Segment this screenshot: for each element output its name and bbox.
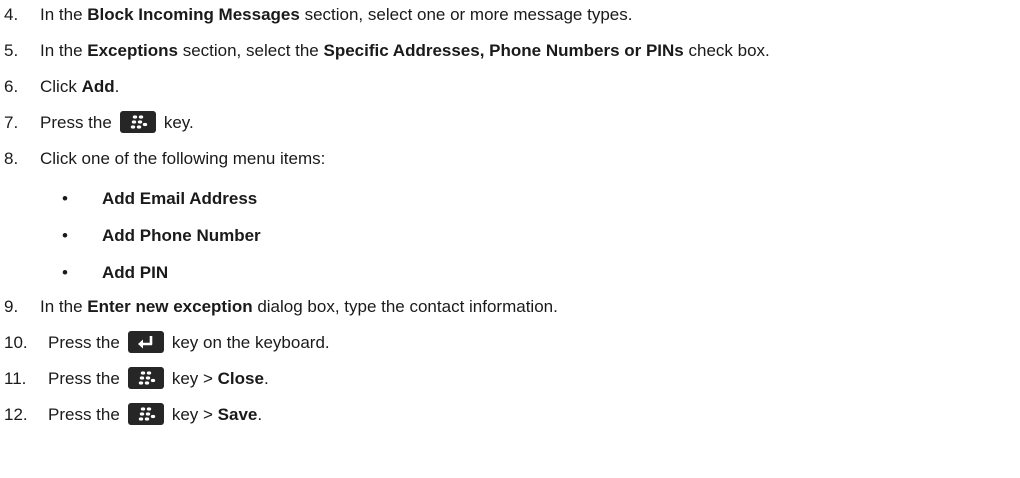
step-number: 8. [4, 149, 19, 168]
step-number: 5. [4, 41, 19, 60]
menu-item-label: Add PIN [102, 263, 169, 282]
step-number: 9. [4, 297, 19, 316]
step-text: Press the key on the keyboard. [48, 331, 330, 354]
menu-item-label: Add Phone Number [102, 226, 261, 245]
step-text: Press the key > Close. [48, 367, 269, 390]
step-number: 4. [4, 5, 19, 24]
step-number: 6. [4, 77, 19, 96]
step-text: Click Add. [40, 77, 120, 96]
step-text: Press the key. [40, 111, 194, 134]
menu-item-label: Add Email Address [102, 189, 258, 208]
step-number: 12. [4, 405, 28, 424]
step-text: Click one of the following menu items: [40, 149, 326, 168]
step-number: 11. [4, 369, 27, 388]
blackberry-menu-key-icon [119, 111, 156, 134]
blackberry-menu-key-icon [127, 403, 164, 426]
bullet-icon: • [62, 226, 68, 245]
blackberry-menu-key-icon [127, 367, 164, 390]
step-text: In the Block Incoming Messages section, … [40, 5, 633, 24]
step-text: Press the key > Save. [48, 403, 263, 426]
enter-key-icon [127, 331, 164, 354]
step-number: 7. [4, 113, 19, 132]
step-text: In the Exceptions section, select the Sp… [40, 41, 770, 60]
bullet-icon: • [62, 189, 68, 208]
step-text: In the Enter new exception dialog box, t… [40, 297, 558, 316]
bullet-icon: • [62, 263, 68, 282]
step-number: 10. [4, 333, 28, 352]
